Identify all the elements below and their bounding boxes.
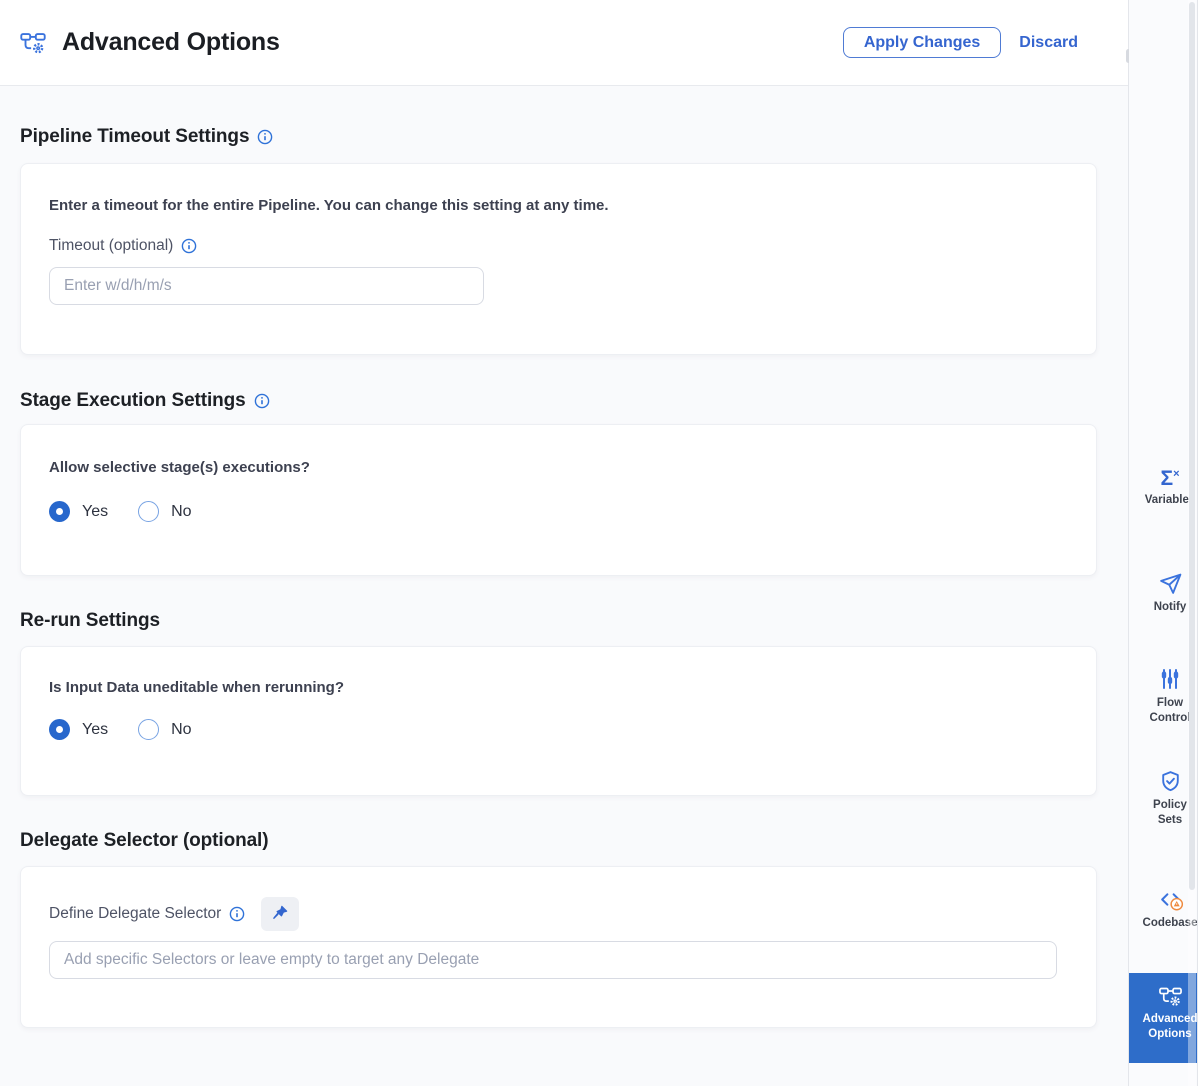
sidebar-item-label: Codebase [1129, 916, 1197, 931]
rerun-card: Is Input Data uneditable when rerunning?… [20, 646, 1097, 796]
delegate-label-text: Define Delegate Selector [49, 905, 221, 923]
sidebar-item-label: AdvancedOptions [1129, 1012, 1197, 1042]
advanced-options-panel: Advanced Options Apply Changes Discard P… [0, 0, 1200, 1086]
radio-label: No [171, 721, 191, 739]
advanced-options-icon [1129, 983, 1197, 1009]
radio-option-yes[interactable]: Yes [49, 719, 108, 740]
timeout-label-text: Timeout (optional) [49, 237, 173, 255]
timeout-field-label: Timeout (optional) [49, 237, 1096, 255]
policy-sets-icon [1129, 768, 1197, 794]
info-icon[interactable] [257, 129, 273, 145]
codebase-icon [1129, 886, 1197, 912]
radio-option-no[interactable]: No [138, 501, 191, 522]
radio-button[interactable] [49, 501, 70, 522]
delegate-card: Define Delegate Selector [20, 866, 1097, 1028]
apply-changes-button[interactable]: Apply Changes [843, 27, 1001, 58]
variables-icon: Σ× [1129, 463, 1197, 489]
settings-content: Pipeline Timeout Settings Enter a timeou… [0, 125, 1128, 1028]
pipeline-gear-icon [18, 28, 48, 58]
right-rail: Σ× Variables Notify [1129, 0, 1197, 1086]
section-title: Pipeline Timeout Settings [20, 125, 249, 149]
sidebar-item-notify[interactable]: Notify [1129, 570, 1197, 628]
info-icon[interactable] [181, 238, 197, 254]
radio-button[interactable] [49, 719, 70, 740]
delegate-selector-input[interactable] [49, 941, 1057, 979]
sidebar-item-label: PolicySets [1129, 798, 1197, 828]
delegate-label-row: Define Delegate Selector [49, 897, 1096, 931]
rerun-radio-group: Yes No [49, 719, 1096, 740]
stage-execution-radio-group: Yes No [49, 501, 1096, 522]
radio-button[interactable] [138, 501, 159, 522]
pin-button[interactable] [261, 897, 299, 931]
timeout-input[interactable] [49, 267, 484, 305]
sidebar-item-policy-sets[interactable]: PolicySets [1129, 768, 1197, 826]
sidebar-item-variables[interactable]: Σ× Variables [1129, 463, 1197, 521]
section-stage-execution: Stage Execution Settings Allow selective… [20, 389, 1128, 576]
codebase-warning-badge [1171, 898, 1182, 909]
discard-button[interactable]: Discard [1019, 34, 1078, 52]
section-title: Stage Execution Settings [20, 389, 246, 413]
timeout-description: Enter a timeout for the entire Pipeline.… [49, 196, 1096, 215]
radio-label: Yes [82, 721, 108, 739]
header-actions: Apply Changes Discard [843, 27, 1078, 58]
scrollbar-thumb[interactable] [1189, 2, 1195, 890]
info-icon[interactable] [254, 393, 270, 409]
radio-label: Yes [82, 503, 108, 521]
section-title: Delegate Selector (optional) [20, 829, 268, 853]
sidebar-item-label: FlowControl [1129, 696, 1197, 726]
radio-option-yes[interactable]: Yes [49, 501, 108, 522]
panel-header: Advanced Options Apply Changes Discard [0, 0, 1128, 86]
delegate-field-label: Define Delegate Selector [49, 905, 245, 923]
timeout-card: Enter a timeout for the entire Pipeline.… [20, 163, 1097, 355]
section-pipeline-timeout: Pipeline Timeout Settings Enter a timeou… [20, 125, 1128, 355]
sidebar-item-advanced-options[interactable]: AdvancedOptions [1129, 973, 1197, 1063]
radio-option-no[interactable]: No [138, 719, 191, 740]
sidebar-item-flow-control[interactable]: FlowControl [1129, 666, 1197, 724]
info-icon[interactable] [229, 906, 245, 922]
sidebar-item-codebase[interactable]: Codebase [1129, 886, 1197, 944]
stage-execution-card: Allow selective stage(s) executions? Yes… [20, 424, 1097, 576]
page-title: Advanced Options [62, 28, 280, 57]
main-column: Advanced Options Apply Changes Discard P… [0, 0, 1128, 1086]
radio-label: No [171, 503, 191, 521]
section-delegate-selector: Delegate Selector (optional) Define Dele… [20, 829, 1128, 1028]
sidebar-item-label: Variables [1129, 493, 1197, 508]
flow-control-icon [1129, 666, 1197, 692]
section-rerun: Re-run Settings Is Input Data uneditable… [20, 609, 1128, 796]
title-wrap: Advanced Options [18, 28, 280, 58]
pin-icon [271, 904, 289, 925]
notify-icon [1129, 570, 1197, 596]
sidebar-item-label: Notify [1129, 600, 1197, 615]
section-title: Re-run Settings [20, 609, 160, 633]
rerun-question: Is Input Data uneditable when rerunning? [49, 678, 1096, 697]
stage-execution-question: Allow selective stage(s) executions? [49, 458, 1096, 477]
radio-button[interactable] [138, 719, 159, 740]
